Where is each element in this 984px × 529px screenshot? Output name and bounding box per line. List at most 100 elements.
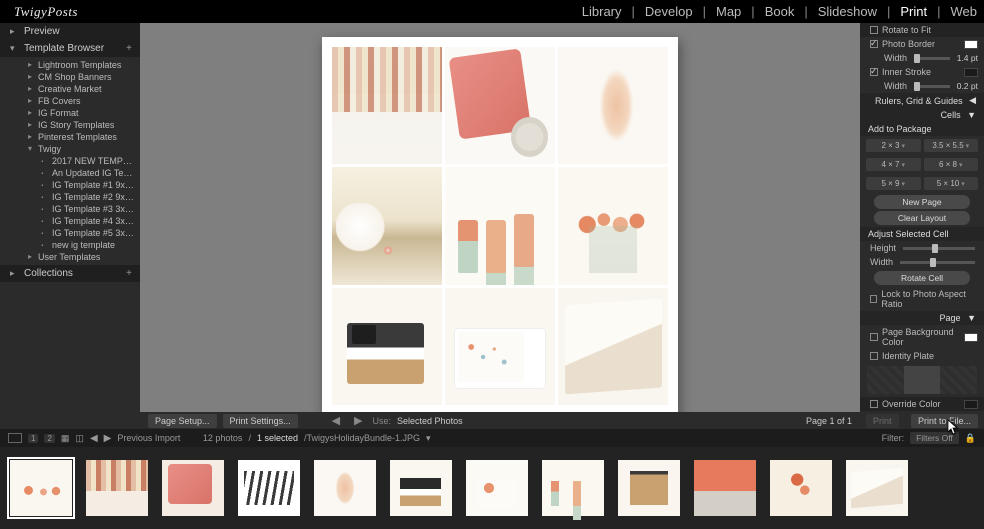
print-canvas[interactable] [140,23,860,429]
filmstrip-thumbnail[interactable] [542,460,604,516]
filmstrip-thumbnail[interactable] [846,460,908,516]
template-item[interactable]: IG Template #2 9x9 Guide [0,191,140,203]
template-browser-header[interactable]: Template Browser + [0,40,140,57]
page-setup-button[interactable]: Page Setup... [148,414,217,428]
clear-layout-button[interactable]: Clear Layout [874,211,970,225]
filmstrip-thumbnail[interactable] [314,460,376,516]
next-page-icon[interactable]: ▶ [350,414,366,427]
folder-lightroom-templates[interactable]: Lightroom Templates [0,59,140,71]
filmstrip-thumbnail[interactable] [162,460,224,516]
folder-cm-shop-banners[interactable]: CM Shop Banners [0,71,140,83]
module-picker: Library| Develop| Map| Book| Slideshow| … [575,0,984,23]
preview-panel-header[interactable]: Preview [0,23,140,40]
folder-ig-format[interactable]: IG Format [0,107,140,119]
filmstrip-thumbnail[interactable] [466,460,528,516]
next-source-icon[interactable]: ▶ [104,433,112,444]
collections-panel-header[interactable]: Collections + [0,265,140,282]
screen-2-button[interactable]: 2 [44,434,54,443]
package-size-button[interactable]: 6 × 8 [924,158,979,171]
module-map[interactable]: Map [709,4,748,19]
package-size-button[interactable]: 3.5 × 5.5 [924,139,979,152]
use-dropdown[interactable]: Selected Photos [397,416,463,426]
filmstrip-thumbnail[interactable] [86,460,148,516]
layout-cell[interactable] [558,47,668,164]
prev-page-icon[interactable]: ◀ [328,414,344,427]
inner-stroke-color-swatch[interactable] [964,68,978,77]
rotate-to-fit-checkbox[interactable] [870,26,878,34]
filmstrip[interactable] [0,447,984,529]
folder-pinterest-templates[interactable]: Pinterest Templates [0,131,140,143]
template-item[interactable]: IG Template #3 3x3 Guide [0,203,140,215]
template-item[interactable]: An Updated IG Template 9... [0,167,140,179]
layout-cell[interactable] [558,167,668,284]
identity-plate-preview[interactable] [867,366,977,394]
filmstrip-thumbnail[interactable] [10,460,72,516]
module-library[interactable]: Library [575,4,629,19]
filmstrip-thumbnail[interactable] [770,460,832,516]
photo-border-width-slider[interactable] [914,57,950,60]
filmstrip-thumbnail[interactable] [618,460,680,516]
inner-stroke-checkbox[interactable] [870,68,878,76]
page-bg-color-swatch[interactable] [964,333,978,342]
module-book[interactable]: Book [758,4,802,19]
template-item[interactable]: 2017 NEW TEMPLATE 2 [0,155,140,167]
layout-cell[interactable] [445,288,555,405]
identity-plate-checkbox[interactable] [870,352,878,360]
override-color-checkbox[interactable] [870,400,878,408]
new-page-button[interactable]: New Page [874,195,970,209]
module-slideshow[interactable]: Slideshow [811,4,884,19]
add-template-icon[interactable]: + [126,43,132,54]
lock-aspect-checkbox[interactable] [870,295,877,303]
filmstrip-thumbnail[interactable] [694,460,756,516]
prev-source-icon[interactable]: ◀ [90,433,98,444]
layout-cell[interactable] [558,288,668,405]
add-collection-icon[interactable]: + [126,268,132,279]
rulers-section-header[interactable]: Rulers, Grid & Guides ◀ [860,93,984,108]
main-screen-icon[interactable] [8,433,22,443]
package-size-button[interactable]: 4 × 7 [866,158,921,171]
layout-cell[interactable] [332,47,442,164]
layout-cell[interactable] [332,167,442,284]
package-size-button[interactable]: 2 × 3 [866,139,921,152]
module-develop[interactable]: Develop [638,4,700,19]
layout-cell[interactable] [445,167,555,284]
template-item[interactable]: IG Template #4 3x3 Guide [0,215,140,227]
source-label[interactable]: Previous Import [117,433,180,443]
module-web[interactable]: Web [944,4,984,19]
filter-lock-icon[interactable]: 🔒 [965,433,976,444]
package-size-button[interactable]: 5 × 9 [866,177,921,190]
print-page[interactable] [322,37,678,415]
print-to-file-button[interactable]: Print to File... [911,414,978,428]
compare-view-icon[interactable]: ◫ [75,433,84,444]
filmstrip-thumbnail[interactable] [390,460,452,516]
folder-fb-covers[interactable]: FB Covers [0,95,140,107]
package-size-button[interactable]: 5 × 10 [924,177,979,190]
filters-off-dropdown[interactable]: Filters Off [910,432,959,444]
photo-border-checkbox[interactable] [870,40,878,48]
page-section-header[interactable]: Page ▼ [860,311,984,325]
page-bg-color-checkbox[interactable] [870,333,878,341]
folder-user-templates[interactable]: User Templates [0,251,140,263]
filmstrip-info-bar: 1 2 ▦ ◫ ◀ ▶ Previous Import 12 photos / … [0,429,984,447]
template-item[interactable]: new ig template [0,239,140,251]
override-color-swatch[interactable] [964,400,978,409]
cell-height-slider[interactable] [903,247,975,250]
print-button[interactable]: Print [866,414,899,428]
cell-width-slider[interactable] [900,261,975,264]
rotate-cell-button[interactable]: Rotate Cell [874,271,970,285]
inner-stroke-width-slider[interactable] [914,85,950,88]
screen-1-button[interactable]: 1 [28,434,38,443]
filmstrip-thumbnail[interactable] [238,460,300,516]
grid-view-icon[interactable]: ▦ [61,433,70,444]
cells-section-header[interactable]: Cells ▼ [860,108,984,122]
module-print[interactable]: Print [893,4,934,19]
template-item[interactable]: IG Template #1 9x9 Guide [0,179,140,191]
photo-border-color-swatch[interactable] [964,40,978,49]
template-item[interactable]: IG Template #5 3x3 Guide [0,227,140,239]
folder-ig-story-templates[interactable]: IG Story Templates [0,119,140,131]
layout-cell[interactable] [445,47,555,164]
print-settings-button[interactable]: Print Settings... [223,414,298,428]
folder-creative-market[interactable]: Creative Market [0,83,140,95]
layout-cell[interactable] [332,288,442,405]
folder-twigy[interactable]: Twigy [0,143,140,155]
